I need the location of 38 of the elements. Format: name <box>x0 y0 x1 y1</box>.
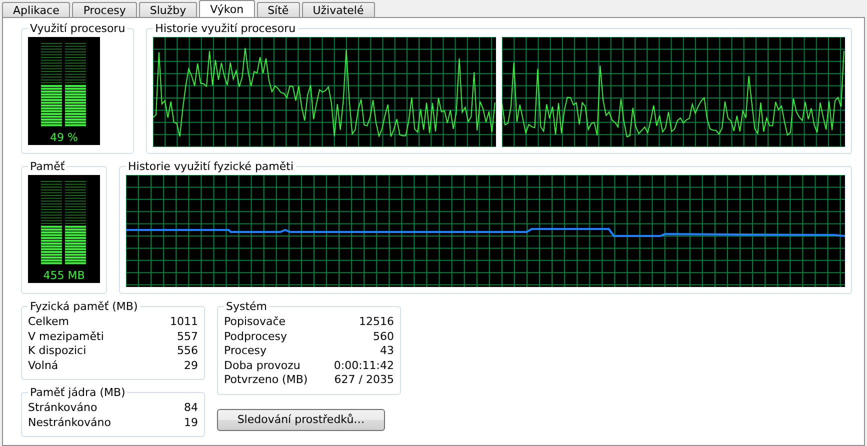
group-title: Využití procesoru <box>29 22 126 35</box>
tab[interactable]: Služby <box>138 2 198 17</box>
stat-label: K dispozici <box>28 344 86 358</box>
group-title: Historie využití fyzické paměti <box>127 160 295 173</box>
stat-label: Celkem <box>28 315 69 330</box>
tab[interactable]: Procesy <box>72 2 137 17</box>
group-title: Systém <box>225 300 268 313</box>
tab[interactable]: Sítě <box>256 2 300 17</box>
stat-value: 84 <box>184 401 198 416</box>
stat-value: 560 <box>373 330 394 344</box>
tab[interactable]: Aplikace <box>2 2 70 17</box>
stat-value: 12516 <box>359 315 394 330</box>
meter-reading: 455 MB <box>43 269 85 282</box>
stat-value: 556 <box>177 344 198 358</box>
resource-monitor-button[interactable]: Sledování prostředků… <box>217 408 385 430</box>
stat-value: 1011 <box>170 315 198 330</box>
stat-label: Volná <box>28 358 58 373</box>
meter-reading: 49 % <box>50 131 78 144</box>
tab[interactable]: Výkon <box>199 0 255 17</box>
stat-value: 29 <box>184 358 198 373</box>
stat-label: Doba provozu <box>224 358 300 373</box>
tab[interactable]: Uživatelé <box>302 2 375 17</box>
stat-value: 43 <box>380 344 394 358</box>
stat-label: V mezipaměti <box>28 330 104 344</box>
stat-value: 627 / 2035 <box>334 373 394 388</box>
group-title: Fyzická paměť (MB) <box>29 300 139 313</box>
stat-label: Podprocesy <box>224 330 288 344</box>
group-title: Historie využití procesoru <box>154 22 297 35</box>
stat-value: 557 <box>177 330 198 344</box>
stat-label: Procesy <box>224 344 267 358</box>
stat-label: Nestránkováno <box>28 416 111 430</box>
stat-label: Stránkováno <box>28 401 98 416</box>
stat-value: 19 <box>184 416 198 430</box>
stat-value: 0:00:11:42 <box>334 358 394 373</box>
group-title: Paměť <box>29 160 66 173</box>
stat-label: Popisovače <box>224 315 286 330</box>
group-title: Paměť jádra (MB) <box>29 386 126 399</box>
stat-label: Potvrzeno (MB) <box>224 373 308 388</box>
